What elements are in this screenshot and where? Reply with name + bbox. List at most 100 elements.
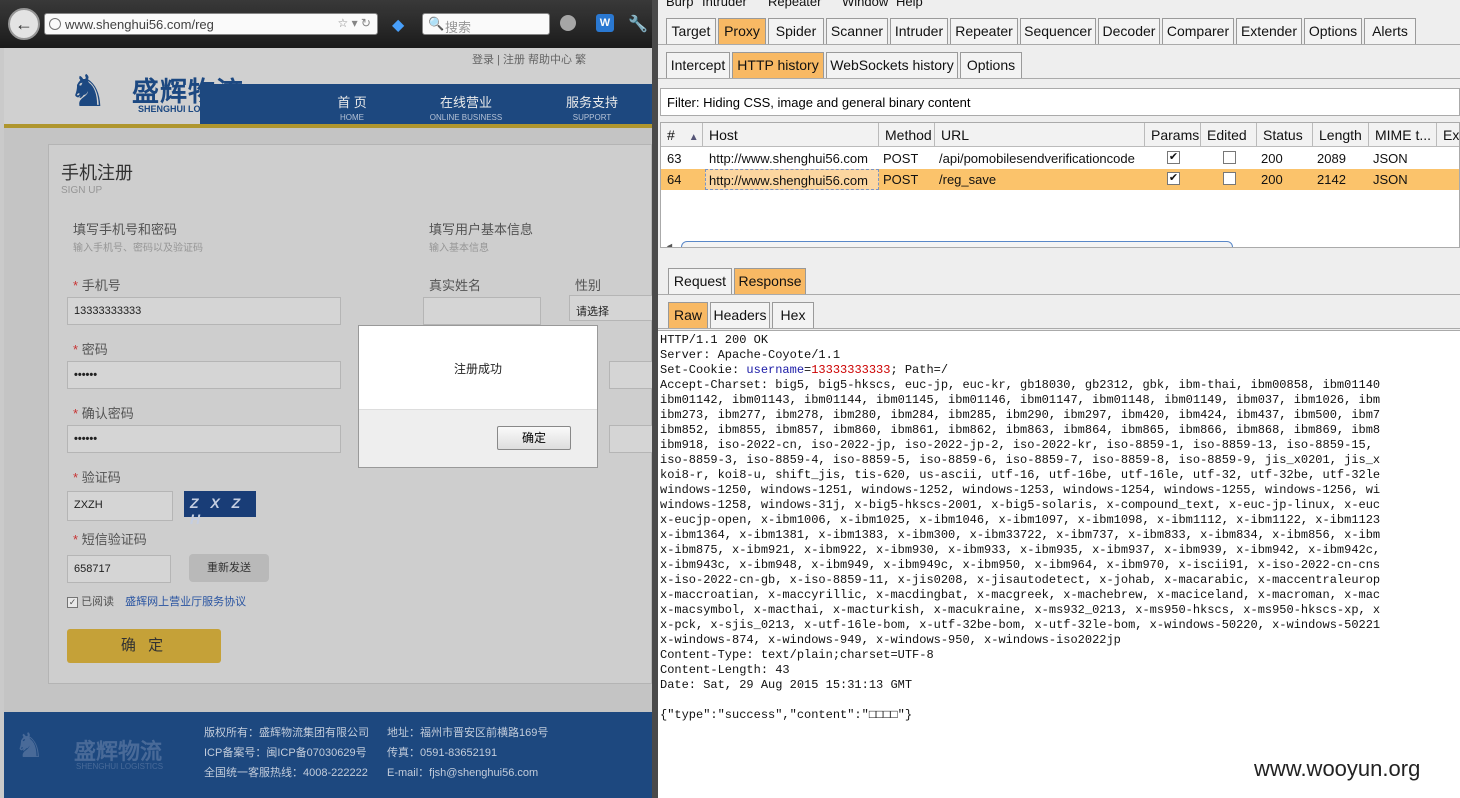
cell-length: 2089 bbox=[1317, 151, 1346, 166]
view-tabs-rule bbox=[658, 328, 1460, 329]
cell-host: http://www.shenghui56.com bbox=[709, 151, 868, 166]
watermark: www.wooyun.org bbox=[1254, 756, 1421, 781]
col-url[interactable]: URL bbox=[935, 123, 1145, 147]
tab-intercept[interactable]: Intercept bbox=[666, 52, 730, 78]
tab-response[interactable]: Response bbox=[734, 268, 806, 294]
cell-mime: JSON bbox=[1373, 172, 1408, 187]
menu-burp[interactable]: Burp bbox=[666, 0, 693, 9]
raw-line: x-iso-2022-cn-gb, x-iso-8859-11, x-jis02… bbox=[660, 573, 1381, 587]
cell-status: 200 bbox=[1261, 151, 1283, 166]
response-raw-panel[interactable]: HTTP/1.1 200 OK Server: Apache-Coyote/1.1… bbox=[658, 330, 1460, 798]
col-host[interactable]: Host bbox=[703, 123, 879, 147]
cell-status: 200 bbox=[1261, 172, 1283, 187]
menu-intruder[interactable]: Intruder bbox=[702, 0, 747, 9]
tab-raw[interactable]: Raw bbox=[668, 302, 708, 328]
raw-line: Content-Type: text/plain;charset=UTF-8 bbox=[660, 648, 934, 662]
cell-url: /reg_save bbox=[939, 172, 997, 187]
raw-line: x-macsymbol, x-macthai, x-macturkish, x-… bbox=[660, 603, 1381, 617]
sort-arrow-icon: ▲ bbox=[688, 132, 699, 143]
raw-line: x-ibm875, x-ibm921, x-ibm922, x-ibm930, … bbox=[660, 543, 1381, 557]
tab-extender[interactable]: Extender bbox=[1236, 18, 1302, 44]
cell-mime: JSON bbox=[1373, 151, 1408, 166]
tab-proxy-options[interactable]: Options bbox=[960, 52, 1022, 78]
cell-num: 63 bbox=[667, 151, 682, 166]
dialog-ok-button[interactable]: 确定 bbox=[497, 426, 571, 450]
raw-line: Server: Apache-Coyote/1.1 bbox=[660, 348, 841, 362]
raw-line bbox=[660, 693, 1380, 708]
raw-line: ibm852, ibm855, ibm857, ibm860, ibm861, … bbox=[660, 423, 1381, 437]
col-ext[interactable]: Ext bbox=[1437, 123, 1459, 147]
raw-line: koi8-r, koi8-u, shift_jis, tis-620, us-a… bbox=[660, 468, 1381, 482]
cell-num: 64 bbox=[667, 172, 682, 187]
success-dialog: 注册成功 确定 bbox=[358, 325, 598, 468]
main-tabs-rule bbox=[658, 44, 1460, 45]
params-checkbox: ✔ bbox=[1167, 172, 1180, 185]
proxy-tabs-rule bbox=[658, 78, 1460, 79]
tab-decoder[interactable]: Decoder bbox=[1098, 18, 1160, 44]
tab-websockets-history[interactable]: WebSockets history bbox=[826, 52, 958, 78]
col-params[interactable]: Params bbox=[1145, 123, 1201, 147]
raw-line: x-pck, x-sjis_0213, x-utf-16le-bom, x-ut… bbox=[660, 618, 1381, 632]
raw-line: ibm918, iso-2022-cn, iso-2022-jp, iso-20… bbox=[660, 438, 1373, 452]
dialog-message: 注册成功 bbox=[453, 362, 502, 376]
menu-help[interactable]: Help bbox=[896, 0, 923, 9]
raw-line: Accept-Charset: big5, big5-hkscs, euc-jp… bbox=[660, 378, 1381, 392]
cell-url: /api/pomobilesendverificationcode bbox=[939, 151, 1135, 166]
raw-line: Content-Length: 43 bbox=[660, 663, 790, 677]
params-checkbox: ✔ bbox=[1167, 151, 1180, 164]
tab-http-history[interactable]: HTTP history bbox=[732, 52, 824, 78]
col-method[interactable]: Method bbox=[879, 123, 935, 147]
table-row-selected[interactable]: 64 http://www.shenghui56.com POST /reg_s… bbox=[661, 169, 1459, 190]
response-raw-text: HTTP/1.1 200 OK Server: Apache-Coyote/1.1… bbox=[660, 333, 1380, 723]
scroll-left-icon[interactable]: ◄ bbox=[665, 241, 674, 247]
col-mime[interactable]: MIME t... bbox=[1369, 123, 1437, 147]
cell-host-focused: http://www.shenghui56.com bbox=[705, 169, 879, 190]
burp-menubar: Burp Intruder Repeater Window Help bbox=[658, 0, 1460, 12]
tab-spider[interactable]: Spider bbox=[768, 18, 824, 44]
cell-method: POST bbox=[883, 151, 919, 166]
raw-line: {"type":"success","content":"□□□□"} bbox=[660, 708, 913, 722]
reqresp-tabs-rule bbox=[658, 294, 1460, 295]
tab-intruder[interactable]: Intruder bbox=[890, 18, 948, 44]
col-num-label: # bbox=[667, 127, 675, 143]
raw-line: windows-1250, windows-1251, windows-1252… bbox=[660, 483, 1381, 497]
tab-repeater[interactable]: Repeater bbox=[950, 18, 1018, 44]
tab-options[interactable]: Options bbox=[1304, 18, 1362, 44]
col-status[interactable]: Status bbox=[1257, 123, 1313, 147]
raw-line: ibm01142, ibm01143, ibm01144, ibm01145, … bbox=[660, 393, 1381, 407]
col-num[interactable]: # ▲ bbox=[661, 123, 703, 147]
cell-length: 2142 bbox=[1317, 172, 1346, 187]
raw-line: Date: Sat, 29 Aug 2015 15:31:13 GMT bbox=[660, 678, 913, 692]
raw-line: ibm273, ibm277, ibm278, ibm280, ibm284, … bbox=[660, 408, 1381, 422]
tab-headers[interactable]: Headers bbox=[710, 302, 770, 328]
raw-line: windows-1258, windows-31j, x-big5-hkscs-… bbox=[660, 498, 1381, 512]
filter-bar[interactable]: Filter: Hiding CSS, image and general bi… bbox=[660, 88, 1460, 116]
raw-line: x-ibm1364, x-ibm1381, x-ibm1383, x-ibm30… bbox=[660, 528, 1381, 542]
horizontal-scrollbar[interactable] bbox=[681, 241, 1233, 247]
browser-window: ← www.shenghui56.com/reg ☆ ▾ ↻ ◆ 🔍 搜索 W … bbox=[0, 0, 652, 798]
tab-target[interactable]: Target bbox=[666, 18, 716, 44]
raw-line: Set-Cookie: username=13333333333; Path=/ bbox=[660, 363, 949, 377]
edited-checkbox bbox=[1223, 151, 1236, 164]
tab-request[interactable]: Request bbox=[668, 268, 732, 294]
http-history-table: # ▲ Host Method URL Params Edited Status … bbox=[660, 122, 1460, 248]
raw-line: x-ibm943c, x-ibm948, x-ibm949, x-ibm949c… bbox=[660, 558, 1381, 572]
tab-scanner[interactable]: Scanner bbox=[826, 18, 888, 44]
raw-line: HTTP/1.1 200 OK bbox=[660, 333, 769, 347]
cell-method: POST bbox=[883, 172, 919, 187]
dialog-footer: 确定 bbox=[359, 409, 597, 467]
tab-hex[interactable]: Hex bbox=[772, 302, 814, 328]
tab-comparer[interactable]: Comparer bbox=[1162, 18, 1234, 44]
menu-repeater[interactable]: Repeater bbox=[768, 0, 821, 9]
raw-line: x-maccroatian, x-maccyrillic, x-macdingb… bbox=[660, 588, 1381, 602]
raw-line: iso-8859-3, iso-8859-4, iso-8859-5, iso-… bbox=[660, 453, 1381, 467]
tab-alerts[interactable]: Alerts bbox=[1364, 18, 1416, 44]
tab-sequencer[interactable]: Sequencer bbox=[1020, 18, 1096, 44]
menu-window[interactable]: Window bbox=[842, 0, 888, 9]
table-row[interactable]: 63 http://www.shenghui56.com POST /api/p… bbox=[661, 148, 1459, 169]
tab-proxy[interactable]: Proxy bbox=[718, 18, 766, 44]
col-length[interactable]: Length bbox=[1313, 123, 1369, 147]
col-edited[interactable]: Edited bbox=[1201, 123, 1257, 147]
edited-checkbox bbox=[1223, 172, 1236, 185]
raw-line: x-windows-874, x-windows-949, x-windows-… bbox=[660, 633, 1121, 647]
